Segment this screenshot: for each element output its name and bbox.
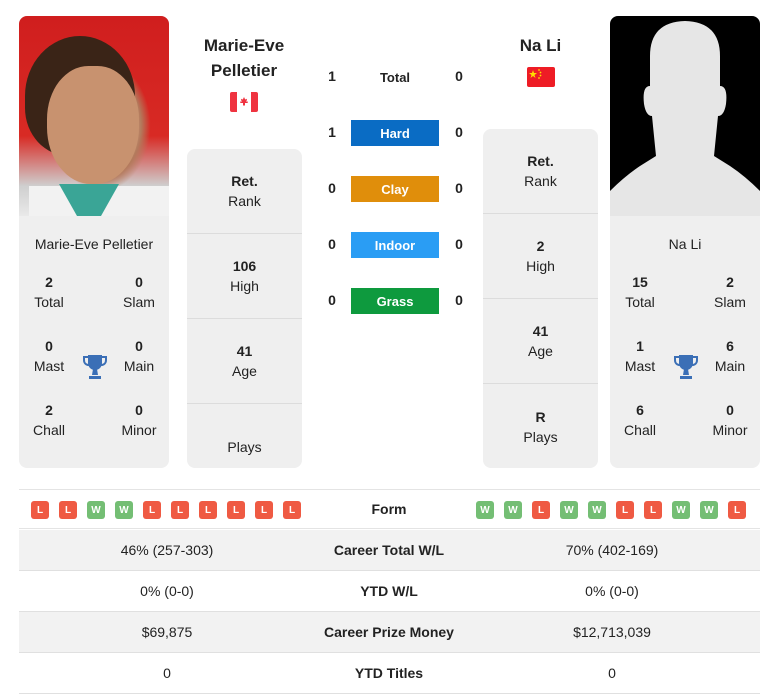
form-badge-win[interactable]: W: [115, 501, 133, 519]
titles-main: 6 Main: [714, 338, 746, 374]
stat-row: 0% (0-0) YTD W/L 0% (0-0): [19, 571, 760, 612]
form-badge-win[interactable]: W: [504, 501, 522, 519]
stat-p2-value: 0% (0-0): [585, 583, 639, 599]
player1-card-name[interactable]: Marie-Eve Pelletier: [19, 236, 169, 252]
stat-p1-value: $69,875: [141, 624, 193, 640]
form-badge-win[interactable]: W: [87, 501, 105, 519]
form-badge-loss[interactable]: L: [59, 501, 77, 519]
canada-flag-icon: [230, 92, 258, 112]
player1-age: 41 Age: [187, 319, 302, 404]
h2h-row-indoor: 0 Indoor 0: [320, 232, 470, 260]
stat-row: $69,875 Career Prize Money $12,713,039: [19, 612, 760, 653]
h2h-p2-count: 0: [455, 236, 463, 252]
stat-p2-value: 0: [608, 665, 616, 681]
form-badge-loss[interactable]: L: [644, 501, 662, 519]
stat-label: YTD W/L: [360, 583, 418, 599]
player2-info: Ret. Rank 2 High 41 Age R Plays: [483, 129, 598, 468]
form-badge-win[interactable]: W: [560, 501, 578, 519]
player1-name[interactable]: Marie-Eve Pelletier: [186, 33, 302, 83]
player2-age: 41 Age: [483, 299, 598, 384]
h2h-p1-count: 0: [328, 292, 336, 308]
h2h-p2-count: 0: [455, 124, 463, 140]
stat-p1-value: 46% (257-303): [120, 542, 214, 558]
form-row: LLWWLLLLLL Form WWLWWLLWWL: [19, 489, 760, 529]
form-badge-win[interactable]: W: [700, 501, 718, 519]
form-badge-loss[interactable]: L: [143, 501, 161, 519]
trophy-icon: [83, 355, 107, 379]
player2-card-name[interactable]: Na Li: [610, 236, 760, 252]
form-badge-loss[interactable]: L: [728, 501, 746, 519]
player1-rank: Ret. Rank: [187, 149, 302, 234]
china-flag-icon: [527, 67, 555, 87]
player2-form: WWLWWLLWWL: [476, 501, 746, 519]
player2-name[interactable]: Na Li: [483, 33, 598, 58]
player2-titles: 15 Total 2 Slam 1 Mast 6 Main 6 Chall 0 Minor: [610, 272, 760, 452]
player1-form: LLWWLLLLLL: [31, 501, 301, 519]
stat-p2-value: $12,713,039: [573, 624, 651, 640]
titles-mast: 0 Mast: [33, 338, 65, 374]
form-badge-loss[interactable]: L: [283, 501, 301, 519]
form-badge-loss[interactable]: L: [616, 501, 634, 519]
form-badge-loss[interactable]: L: [532, 501, 550, 519]
h2h-p1-count: 1: [328, 124, 336, 140]
player1-titles: 2 Total 0 Slam 0 Mast 0 Main 2 Chall 0 Minor: [19, 272, 169, 452]
stat-label: YTD Titles: [354, 665, 424, 681]
player1-photo[interactable]: [19, 16, 169, 216]
titles-chall: 2 Chall: [33, 402, 65, 438]
player1-card: Marie-Eve Pelletier 2 Total 0 Slam 0 Mast 0…: [19, 16, 169, 468]
h2h-row-hard: 1 Hard 0: [320, 120, 470, 148]
stat-label: Career Prize Money: [324, 624, 454, 640]
titles-chall: 6 Chall: [624, 402, 656, 438]
player2-high: 2 High: [483, 214, 598, 299]
surface-total-badge[interactable]: Total: [351, 64, 439, 90]
h2h-p2-count: 0: [455, 292, 463, 308]
form-badge-loss[interactable]: L: [255, 501, 273, 519]
silhouette-icon: [610, 21, 760, 216]
form-label: Form: [371, 501, 407, 517]
form-badge-loss[interactable]: L: [171, 501, 189, 519]
surface-hard-badge[interactable]: Hard: [351, 120, 439, 146]
form-badge-loss[interactable]: L: [31, 501, 49, 519]
h2h-p1-count: 0: [328, 236, 336, 252]
stat-row: 0 YTD Titles 0: [19, 653, 760, 694]
h2h-p1-count: 1: [328, 68, 336, 84]
surface-grass-badge[interactable]: Grass: [351, 288, 439, 314]
stat-p1-value: 0% (0-0): [140, 583, 194, 599]
player2-plays: R Plays: [523, 408, 558, 445]
stat-label: Career Total W/L: [333, 542, 445, 558]
trophy-icon: [674, 355, 698, 379]
stat-row: 46% (257-303) Career Total W/L 70% (402-16…: [19, 530, 760, 571]
h2h-row-clay: 0 Clay 0: [320, 176, 470, 204]
h2h-row-grass: 0 Grass 0: [320, 288, 470, 316]
form-badge-win[interactable]: W: [476, 501, 494, 519]
surface-clay-badge[interactable]: Clay: [351, 176, 439, 202]
form-badge-loss[interactable]: L: [199, 501, 217, 519]
form-badge-win[interactable]: W: [588, 501, 606, 519]
stat-p1-value: 0: [163, 665, 171, 681]
titles-minor: 0 Minor: [121, 402, 157, 438]
titles-total: 2 Total: [34, 274, 64, 310]
player1-info: Ret. Rank 106 High 41 Age Plays: [187, 149, 302, 468]
h2h-p2-count: 0: [455, 180, 463, 196]
player2-photo-placeholder[interactable]: [610, 16, 760, 216]
player1-plays: Plays: [227, 438, 262, 455]
form-badge-loss[interactable]: L: [227, 501, 245, 519]
stat-p2-value: 70% (402-169): [565, 542, 659, 558]
player2-rank: Ret. Rank: [483, 129, 598, 214]
player1-high: 106 High: [187, 234, 302, 319]
titles-total: 15 Total: [625, 274, 655, 310]
h2h-row-total: 1 Total 0: [320, 64, 470, 92]
titles-minor: 0 Minor: [712, 402, 748, 438]
titles-mast: 1 Mast: [624, 338, 656, 374]
h2h-p1-count: 0: [328, 180, 336, 196]
h2h-p2-count: 0: [455, 68, 463, 84]
titles-main: 0 Main: [123, 338, 155, 374]
titles-slam: 2 Slam: [714, 274, 746, 310]
surface-indoor-badge[interactable]: Indoor: [351, 232, 439, 258]
form-badge-win[interactable]: W: [672, 501, 690, 519]
player2-card: Na Li 15 Total 2 Slam 1 Mast 6 Main 6 Chall 0…: [610, 16, 760, 468]
titles-slam: 0 Slam: [123, 274, 155, 310]
